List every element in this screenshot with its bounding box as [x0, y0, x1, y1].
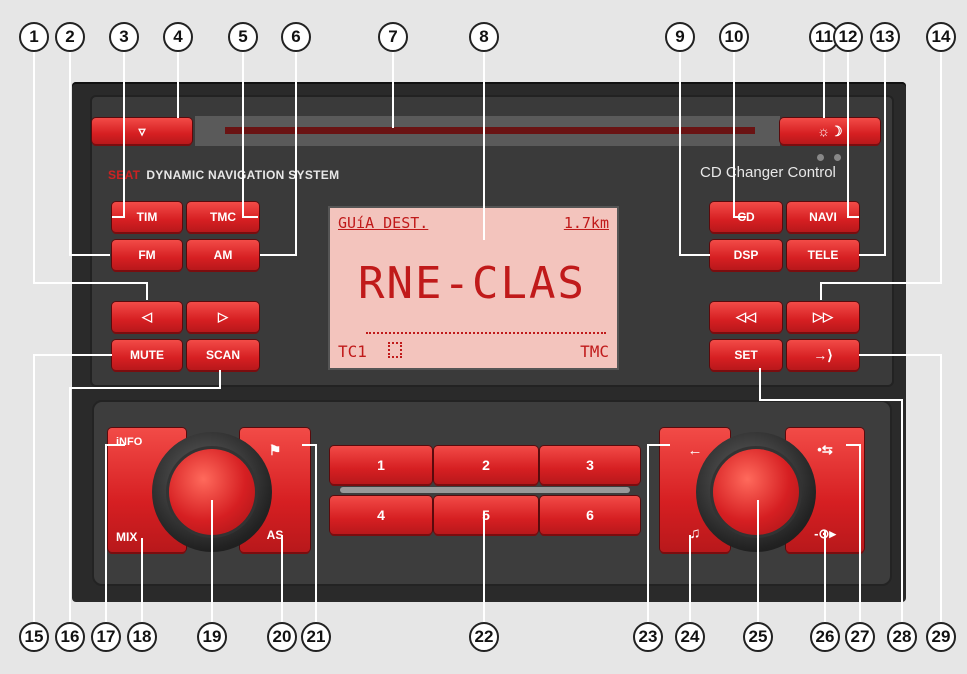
callout-17: 17: [91, 622, 121, 652]
callout-1: 1: [19, 22, 49, 52]
callout-5: 5: [228, 22, 258, 52]
callout-26: 26: [810, 622, 840, 652]
callout-4: 4: [163, 22, 193, 52]
callout-12: 12: [833, 22, 863, 52]
callout-29: 29: [926, 622, 956, 652]
callout-leader-lines: [33, 52, 942, 622]
callout-16: 16: [55, 622, 85, 652]
callout-10: 10: [719, 22, 749, 52]
callout-3: 3: [109, 22, 139, 52]
callout-25: 25: [743, 622, 773, 652]
callout-6: 6: [281, 22, 311, 52]
callout-23: 23: [633, 622, 663, 652]
callout-13: 13: [870, 22, 900, 52]
callout-18: 18: [127, 622, 157, 652]
callout-2: 2: [55, 22, 85, 52]
callout-8: 8: [469, 22, 499, 52]
callout-9: 9: [665, 22, 695, 52]
callout-19: 19: [197, 622, 227, 652]
callout-21: 21: [301, 622, 331, 652]
callout-27: 27: [845, 622, 875, 652]
callout-20: 20: [267, 622, 297, 652]
callout-15: 15: [19, 622, 49, 652]
callout-14: 14: [926, 22, 956, 52]
callout-24: 24: [675, 622, 705, 652]
callout-28: 28: [887, 622, 917, 652]
callout-22: 22: [469, 622, 499, 652]
callout-7: 7: [378, 22, 408, 52]
